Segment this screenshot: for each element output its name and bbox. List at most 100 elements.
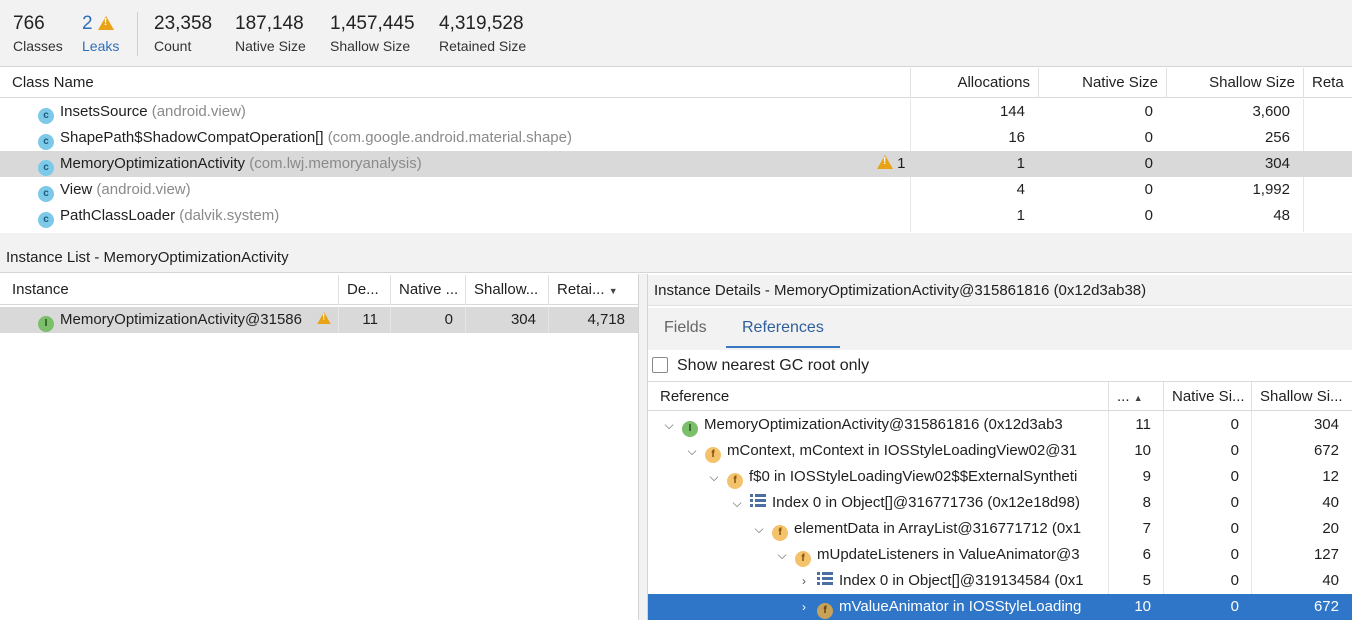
chevron-right-icon[interactable]: › — [797, 568, 811, 594]
depth-value: 6 — [1142, 546, 1151, 563]
depth-value: 8 — [1142, 494, 1151, 511]
reference-row[interactable]: ⌵ f mContext, mContext in IOSStyleLoadingV… — [648, 438, 1352, 464]
shallow-size-value: 304 — [1264, 155, 1290, 172]
gc-root-label[interactable]: Show nearest GC root only — [677, 350, 869, 381]
reference-row[interactable]: ⌵ Index 0 in Object[]@316771736 (0x12e18d… — [648, 490, 1352, 516]
horizontal-splitter[interactable] — [0, 233, 1352, 243]
count-stat: 23,358 Count — [154, 12, 212, 55]
chevron-down-icon[interactable]: ⌵ — [707, 464, 721, 490]
details-tab-bar: Fields References — [648, 308, 1352, 350]
retained-size-stat: 4,319,528 Retained Size — [439, 12, 526, 55]
count-label: Count — [154, 38, 192, 54]
vertical-splitter[interactable] — [638, 274, 648, 620]
col-depth[interactable]: De... — [339, 275, 391, 305]
native-size-value: 187,148 — [235, 13, 304, 34]
col-shallow-size[interactable]: Shallow Si... — [1252, 382, 1352, 412]
reference-text: mUpdateListeners in ValueAnimator@3 — [817, 546, 1080, 563]
shallow-size-value: 48 — [1273, 207, 1290, 224]
allocations-value: 144 — [999, 103, 1025, 120]
col-retained-size[interactable]: Reta — [1304, 68, 1352, 98]
col-native-size[interactable]: Native Size — [1039, 68, 1167, 98]
leak-warning-icon — [317, 312, 331, 324]
class-row[interactable]: c ShapePath$ShadowCompatOperation[] (com.… — [0, 125, 1352, 151]
class-name: InsetsSource — [60, 103, 148, 120]
depth-value: 9 — [1142, 468, 1151, 485]
classes-count: 766 — [13, 13, 45, 34]
tab-references[interactable]: References — [726, 308, 840, 348]
instance-list-title: Instance List - MemoryOptimizationActivi… — [0, 243, 1352, 273]
shallow-size-stat: 1,457,445 Shallow Size — [330, 12, 415, 55]
field-icon: f — [705, 447, 721, 463]
instance-row-selected[interactable]: I MemoryOptimizationActivity@31586 11 0 3… — [0, 307, 638, 333]
chevron-down-icon[interactable]: ⌵ — [752, 516, 766, 542]
depth-value: 5 — [1142, 572, 1151, 589]
native-value: 0 — [1230, 416, 1239, 433]
col-native-size[interactable]: Native Si... — [1164, 382, 1252, 412]
reference-text: Index 0 in Object[]@319134584 (0x1 — [839, 572, 1084, 589]
allocations-value: 4 — [1016, 181, 1025, 198]
array-index-icon — [817, 571, 833, 587]
col-shallow-size[interactable]: Shallow Size — [1167, 68, 1304, 98]
class-table-body: c InsetsSource (android.view) 144 0 3,600… — [0, 99, 1352, 232]
chevron-down-icon[interactable]: ⌵ — [730, 490, 744, 516]
class-row[interactable]: c View (android.view) 4 0 1,992 — [0, 177, 1352, 203]
sort-desc-icon: ▼ — [608, 286, 618, 296]
col-reference[interactable]: Reference — [652, 382, 1109, 412]
reference-text: MemoryOptimizationActivity@315861816 (0x… — [704, 416, 1063, 433]
class-icon: c — [38, 160, 54, 176]
class-package: (com.google.android.material.shape) — [327, 129, 572, 146]
leaks-label: Leaks — [82, 38, 120, 54]
native-size-value: 0 — [1144, 181, 1153, 198]
reference-row[interactable]: › Index 0 in Object[]@319134584 (0x1 5 0 … — [648, 568, 1352, 594]
native-size-stat: 187,148 Native Size — [235, 12, 306, 55]
reference-row[interactable]: ⌵ f f$0 in IOSStyleLoadingView02$$External… — [648, 464, 1352, 490]
gc-root-checkbox[interactable] — [652, 357, 668, 373]
native-value: 0 — [1230, 572, 1239, 589]
shallow-value: 12 — [1322, 468, 1339, 485]
tab-fields[interactable]: Fields — [648, 308, 723, 348]
chevron-down-icon[interactable]: ⌵ — [662, 412, 676, 438]
col-class-name[interactable]: Class Name — [4, 68, 911, 98]
column-divider — [390, 307, 391, 333]
native-value: 0 — [1230, 598, 1239, 615]
shallow-size-value: 1,992 — [1252, 181, 1290, 198]
reference-row-selected[interactable]: › f mValueAnimator in IOSStyleLoading 10 0… — [648, 594, 1352, 620]
class-name: View — [60, 181, 93, 198]
field-icon: f — [772, 525, 788, 541]
array-index-icon — [750, 493, 766, 509]
col-native[interactable]: Native ... — [391, 275, 466, 305]
col-retained[interactable]: Retai... ▼ — [549, 275, 638, 305]
col-shallow[interactable]: Shallow... — [466, 275, 549, 305]
native-size-value: 0 — [1144, 155, 1153, 172]
class-package: (android.view) — [96, 181, 191, 198]
class-icon: c — [38, 186, 54, 202]
reference-row[interactable]: ⌵ f elementData in ArrayList@316771712 (0x… — [648, 516, 1352, 542]
classes-stat[interactable]: 766 Classes — [13, 12, 63, 55]
shallow-value: 672 — [1313, 598, 1339, 615]
shallow-value: 20 — [1322, 520, 1339, 537]
sort-asc-icon: ▲ — [1133, 393, 1143, 403]
shallow-value: 40 — [1322, 572, 1339, 589]
class-row[interactable]: c PathClassLoader (dalvik.system) 1 0 48 — [0, 203, 1352, 229]
chevron-right-icon[interactable]: › — [797, 594, 811, 620]
depth-value: 10 — [1134, 598, 1151, 615]
reference-row[interactable]: ⌵ I MemoryOptimizationActivity@315861816 (… — [648, 412, 1352, 438]
class-row[interactable]: c InsetsSource (android.view) 144 0 3,600 — [0, 99, 1352, 125]
reference-row[interactable]: ⌵ f mUpdateListeners in ValueAnimator@3 6 … — [648, 542, 1352, 568]
chevron-down-icon[interactable]: ⌵ — [685, 438, 699, 464]
col-instance[interactable]: Instance — [4, 275, 339, 305]
col-allocations[interactable]: Allocations — [911, 68, 1039, 98]
native-value: 0 — [444, 311, 453, 328]
chevron-down-icon[interactable]: ⌵ — [775, 542, 789, 568]
retained-size-value: 4,319,528 — [439, 13, 524, 34]
field-icon: f — [795, 551, 811, 567]
leaks-stat[interactable]: 2 Leaks — [82, 12, 119, 55]
summary-bar: 766 Classes 2 Leaks 23,358 Count 187,148… — [0, 0, 1352, 67]
class-name: ShapePath$ShadowCompatOperation[] — [60, 129, 324, 146]
reference-text: mContext, mContext in IOSStyleLoadingVie… — [727, 442, 1078, 459]
native-size-value: 0 — [1144, 129, 1153, 146]
col-depth[interactable]: ... ▲ — [1109, 382, 1164, 412]
class-row-selected[interactable]: c MemoryOptimizationActivity (com.lwj.mem… — [0, 151, 1352, 177]
native-size-label: Native Size — [235, 38, 306, 54]
class-name: MemoryOptimizationActivity — [60, 155, 246, 172]
